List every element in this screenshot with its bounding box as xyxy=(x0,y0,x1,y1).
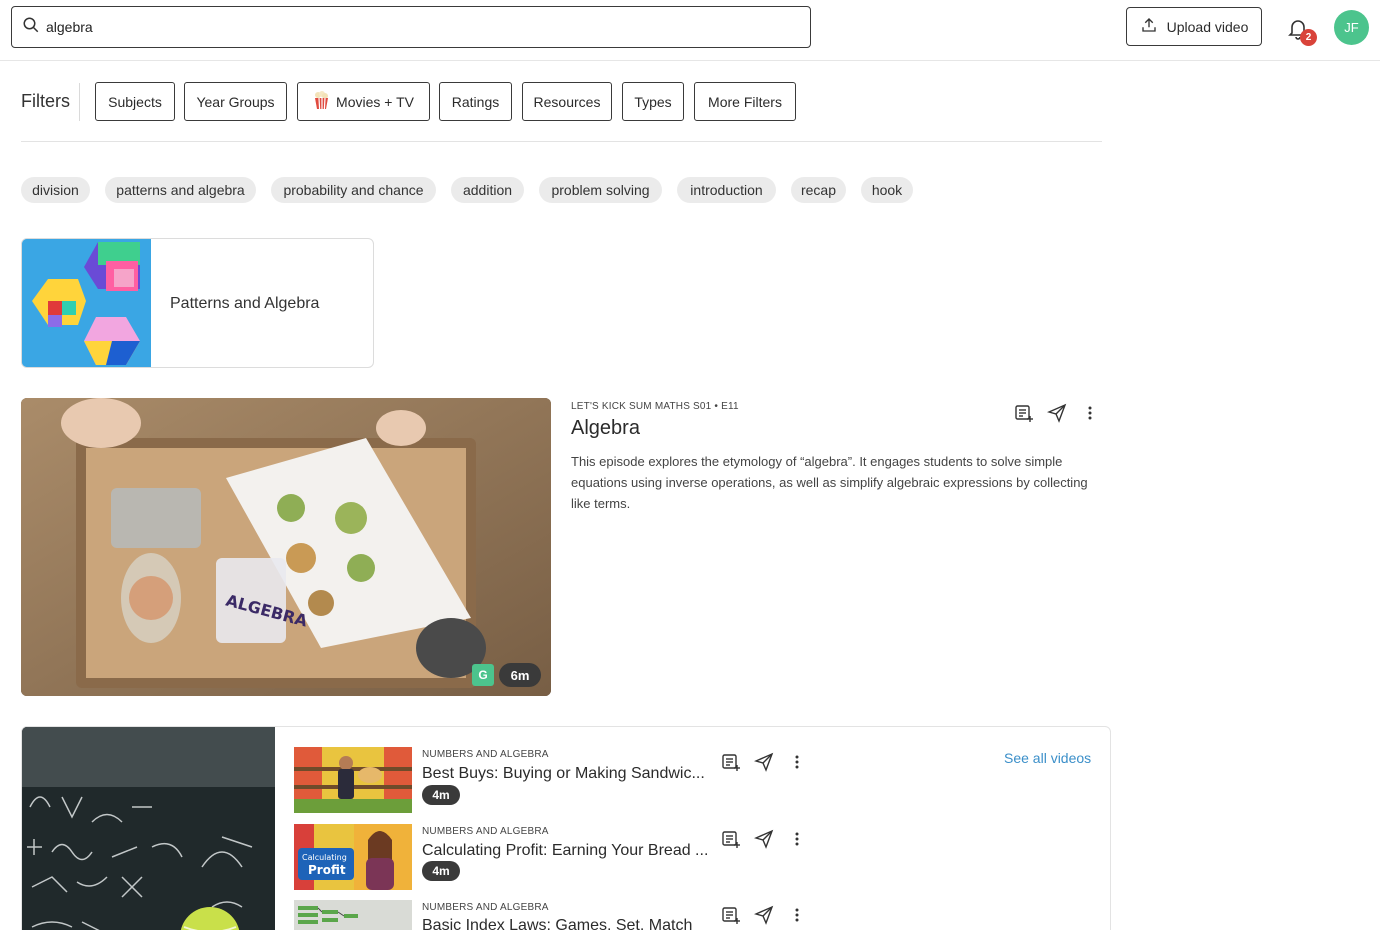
chip-probability-and-chance[interactable]: probability and chance xyxy=(271,177,436,203)
collection-item-thumbnail[interactable] xyxy=(294,747,412,813)
rating-badge: G xyxy=(472,664,494,686)
add-to-playlist-icon[interactable] xyxy=(720,904,742,926)
filter-types-label: Types xyxy=(634,93,672,110)
filter-movies-tv-label: Movies + TV xyxy=(336,93,414,110)
filter-subjects-label: Subjects xyxy=(108,93,162,110)
filter-ratings-button[interactable]: Ratings xyxy=(439,82,512,121)
more-options-icon[interactable] xyxy=(786,904,808,926)
more-options-icon[interactable] xyxy=(1079,402,1101,424)
filter-resources-button[interactable]: Resources xyxy=(522,82,612,121)
filter-more-filters-label: More Filters xyxy=(708,93,782,110)
upload-video-label: Upload video xyxy=(1166,18,1249,35)
filter-movies-tv-button[interactable]: Movies + TV xyxy=(297,82,430,121)
more-options-icon[interactable] xyxy=(786,828,808,850)
collection-item-thumbnail[interactable] xyxy=(294,900,412,930)
chip-recap[interactable]: recap xyxy=(791,177,846,203)
collection-item-category: NUMBERS AND ALGEBRA xyxy=(422,902,549,913)
more-options-icon[interactable] xyxy=(786,751,808,773)
collection-item-title[interactable]: Basic Index Laws: Games, Set, Match xyxy=(422,917,714,930)
avatar[interactable]: JF xyxy=(1334,10,1369,45)
see-all-videos-link[interactable]: See all videos xyxy=(1004,750,1091,766)
search-icon xyxy=(22,16,40,39)
collection-item-title[interactable]: Best Buys: Buying or Making Sandwic... xyxy=(422,765,714,783)
collection-item-thumbnail[interactable]: Calculating Profit xyxy=(294,824,412,890)
filter-year-groups-label: Year Groups xyxy=(196,93,275,110)
filter-year-groups-button[interactable]: Year Groups xyxy=(184,82,287,121)
episode-series-label: LET'S KICK SUM MATHS S01 • E11 xyxy=(571,401,739,412)
add-to-playlist-icon[interactable] xyxy=(1013,402,1035,424)
filter-types-button[interactable]: Types xyxy=(622,82,684,121)
collection-image xyxy=(22,727,275,930)
subject-card[interactable]: Patterns and Algebra xyxy=(21,238,374,368)
share-icon[interactable] xyxy=(1046,402,1068,424)
popcorn-icon xyxy=(313,91,330,112)
collection-card xyxy=(21,726,1111,930)
filter-more-filters-button[interactable]: More Filters xyxy=(694,82,796,121)
filter-ratings-label: Ratings xyxy=(451,93,500,110)
top-bar: algebra Upload video 2 JF xyxy=(0,0,1380,61)
collection-item-category: NUMBERS AND ALGEBRA xyxy=(422,826,549,837)
chip-division[interactable]: division xyxy=(21,177,90,203)
share-icon[interactable] xyxy=(753,904,775,926)
chip-hook[interactable]: hook xyxy=(861,177,913,203)
chip-patterns-and-algebra[interactable]: patterns and algebra xyxy=(105,177,256,203)
filter-resources-label: Resources xyxy=(533,93,601,110)
share-icon[interactable] xyxy=(753,751,775,773)
subject-card-image xyxy=(22,239,151,367)
thumbnail-label-1: Calculating xyxy=(302,853,347,862)
duration-badge: 6m xyxy=(499,663,541,687)
chip-addition[interactable]: addition xyxy=(451,177,524,203)
share-icon[interactable] xyxy=(753,828,775,850)
filters-label: Filters xyxy=(21,91,70,111)
filters-divider xyxy=(79,83,80,121)
subject-card-title: Patterns and Algebra xyxy=(170,295,320,312)
chip-problem-solving[interactable]: problem solving xyxy=(539,177,662,203)
thumbnail-label-2: Profit xyxy=(308,863,346,877)
featured-video-thumbnail[interactable]: ALGEBRA xyxy=(21,398,551,696)
collection-item-category: NUMBERS AND ALGEBRA xyxy=(422,749,549,760)
add-to-playlist-icon[interactable] xyxy=(720,751,742,773)
add-to-playlist-icon[interactable] xyxy=(720,828,742,850)
search-input[interactable]: algebra xyxy=(11,6,811,48)
episode-description: This episode explores the etymology of “… xyxy=(571,454,1088,511)
episode-title[interactable]: Algebra xyxy=(571,417,640,440)
search-value[interactable]: algebra xyxy=(46,19,93,35)
collection-item-duration: 4m xyxy=(422,785,460,805)
filter-subjects-button[interactable]: Subjects xyxy=(95,82,175,121)
collection-item-title[interactable]: Calculating Profit: Earning Your Bread .… xyxy=(422,842,714,860)
notification-badge: 2 xyxy=(1300,29,1317,46)
collection-item-duration: 4m xyxy=(422,861,460,881)
upload-video-button[interactable]: Upload video xyxy=(1126,7,1262,46)
upload-icon xyxy=(1140,16,1158,37)
filters-divider-line xyxy=(21,141,1102,142)
chip-introduction[interactable]: introduction xyxy=(677,177,776,203)
